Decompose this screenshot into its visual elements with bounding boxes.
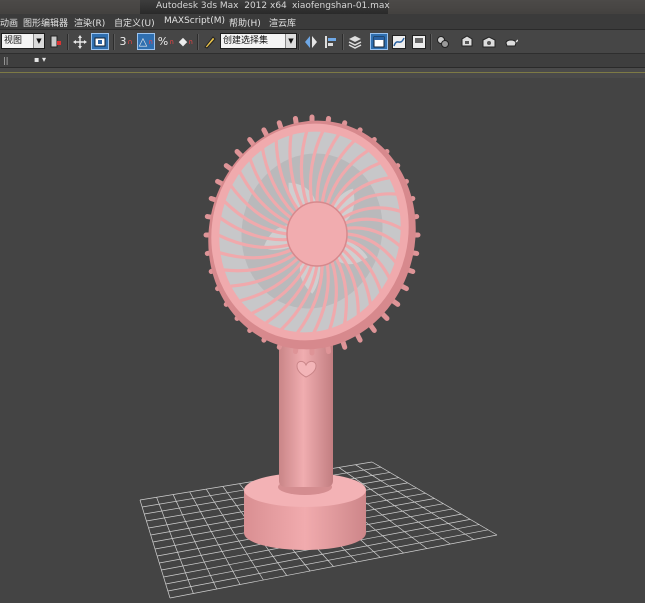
viewport[interactable] xyxy=(0,79,645,600)
chevron-down-icon: ▼ xyxy=(285,34,296,48)
move-icon[interactable] xyxy=(71,33,89,50)
select-object-icon[interactable] xyxy=(47,33,65,50)
toolbar-separator xyxy=(342,34,344,50)
menu-maxscript[interactable]: MAXScript(M) xyxy=(164,16,225,26)
title-bar: Autodesk 3ds Max 2012 x64 xiaofengshan-0… xyxy=(0,0,645,14)
viewport-scene xyxy=(139,114,498,599)
snap-toggle-icon[interactable]: 3 ∩ xyxy=(117,33,135,50)
toolbar-separator xyxy=(67,34,69,50)
named-selection-dropdown[interactable]: 创建选择集 ▼ xyxy=(220,33,297,49)
toolbar-separator xyxy=(197,34,199,50)
spinner-snap-icon[interactable]: ◆ ∩ xyxy=(177,33,195,50)
menu-bar: 动画 图形编辑器 渲染(R) 自定义(U) MAXScript(M) 帮助(H)… xyxy=(0,14,645,30)
curve-editor-icon[interactable] xyxy=(390,33,408,50)
rendered-frame-icon[interactable] xyxy=(480,33,498,50)
main-toolbar: 视图 ▼ 3 ∩ △ ∩ % ∩ ◆ ∩ 创建选择集 ▼ xyxy=(0,30,645,54)
fan-head xyxy=(203,114,421,356)
strip-tick: || xyxy=(3,56,9,65)
divider-line xyxy=(0,72,645,73)
toolbar-separator xyxy=(430,34,432,50)
file-name: xiaofengshan-01.max xyxy=(292,1,390,11)
percent-snap-icon[interactable]: % ∩ xyxy=(157,33,175,50)
spinner-snap-label: ◆ xyxy=(178,35,188,48)
material-editor-icon[interactable] xyxy=(434,33,452,50)
align-icon[interactable] xyxy=(322,33,340,50)
chevron-down-icon: ▼ xyxy=(33,34,44,48)
toolbar-separator xyxy=(298,34,300,50)
blurred-region xyxy=(388,0,645,14)
render-setup-icon[interactable] xyxy=(458,33,476,50)
snap-toggle-label: 3 xyxy=(119,35,127,48)
edit-named-selection-icon[interactable] xyxy=(201,33,219,50)
menu-help[interactable]: 帮助(H) xyxy=(229,16,261,29)
select-and-manipulate-icon[interactable] xyxy=(91,33,109,50)
angle-snap-label: △ xyxy=(138,35,148,48)
viewport-header-strip: || ▪ ▾ xyxy=(0,54,645,68)
blurred-region xyxy=(0,0,140,14)
schematic-view-icon[interactable] xyxy=(410,33,428,50)
menu-customize[interactable]: 自定义(U) xyxy=(114,16,155,29)
render-production-icon[interactable] xyxy=(502,33,520,50)
percent-snap-label: % xyxy=(157,35,169,48)
angle-snap-icon[interactable]: △ ∩ xyxy=(137,33,155,50)
menu-cloud-library[interactable]: 渲云库 xyxy=(269,16,296,29)
menu-rendering[interactable]: 渲染(R) xyxy=(74,16,105,29)
viewport-divider xyxy=(0,68,645,78)
reference-coordinate-dropdown[interactable]: 视图 ▼ xyxy=(1,33,45,49)
graphite-ribbon-icon[interactable] xyxy=(370,33,388,50)
mirror-icon[interactable] xyxy=(302,33,320,50)
toolbar-separator xyxy=(113,34,115,50)
menu-animation[interactable]: 动画 xyxy=(0,16,18,29)
app-title: Autodesk 3ds Max 2012 x64 xyxy=(156,1,287,11)
layer-manager-icon[interactable] xyxy=(346,33,364,50)
reference-coordinate-value: 视图 xyxy=(4,36,23,46)
viewport-menu-button[interactable]: ▪ ▾ xyxy=(34,55,46,64)
named-selection-value: 创建选择集 xyxy=(223,36,269,46)
grid-line xyxy=(371,461,498,536)
menu-graph-editors[interactable]: 图形编辑器 xyxy=(23,16,68,29)
